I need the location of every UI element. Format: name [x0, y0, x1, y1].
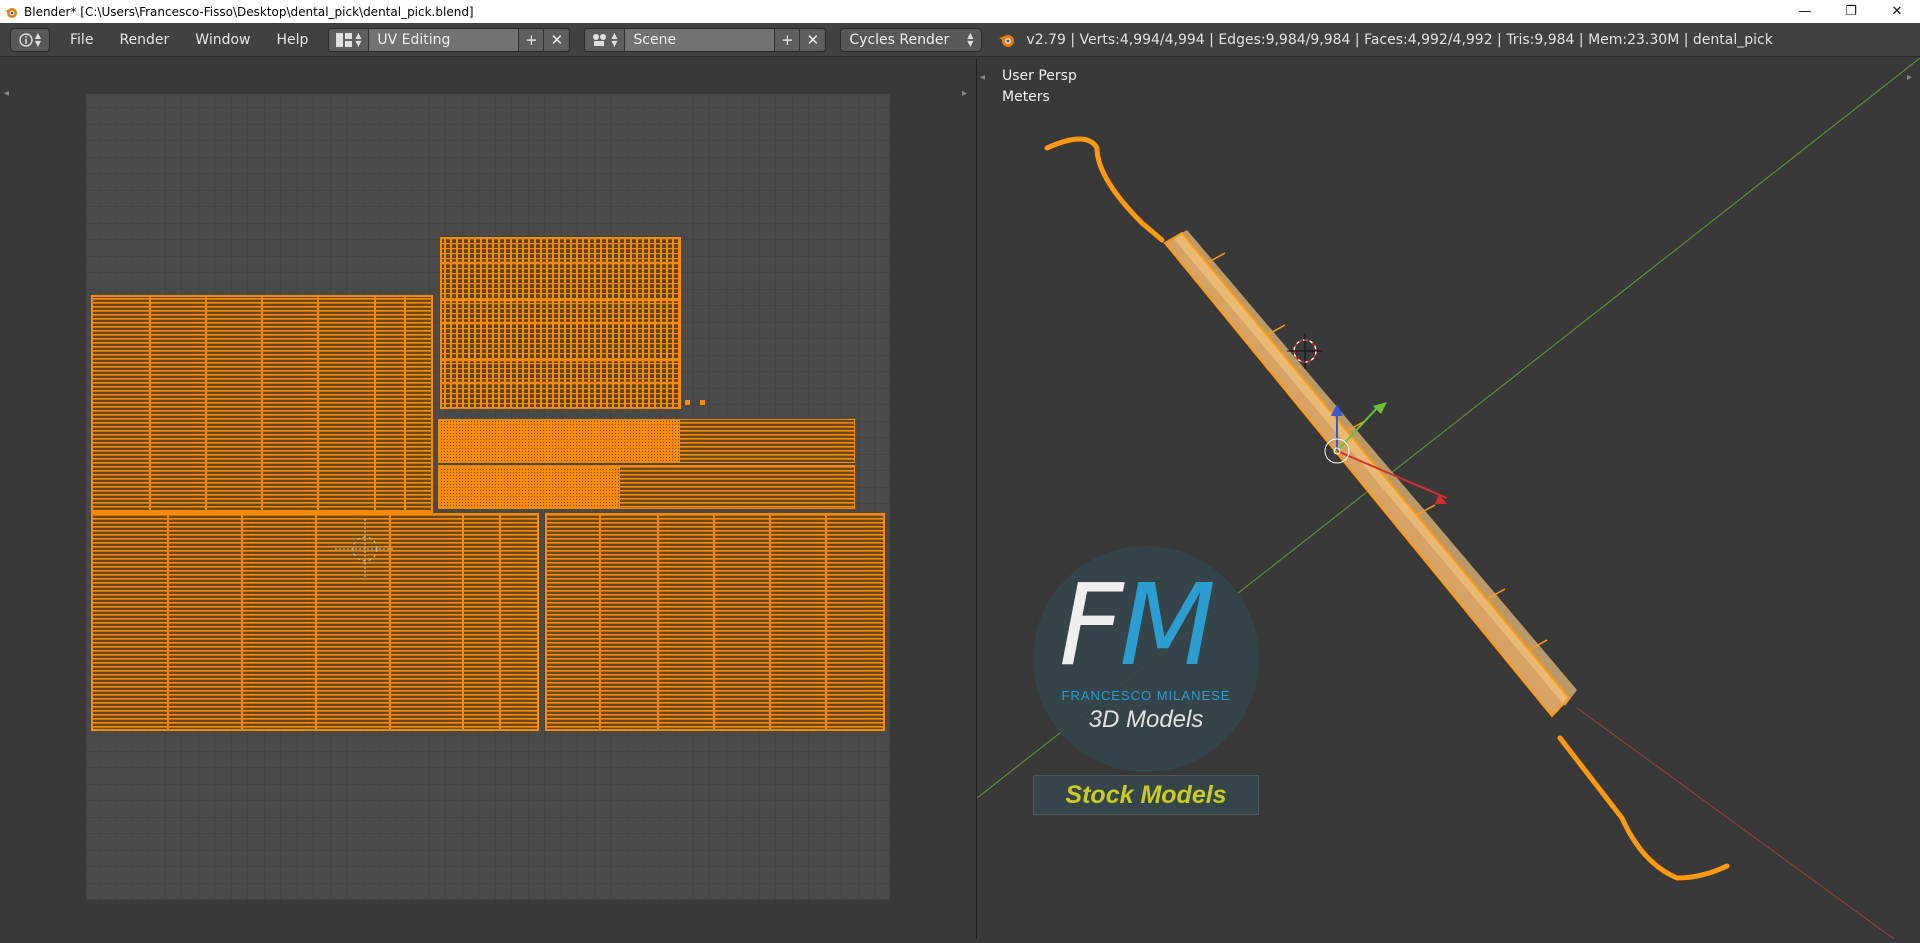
menu-help[interactable]: Help: [270, 30, 314, 50]
logo-letter-m: M: [1119, 561, 1216, 691]
screen-layout-field[interactable]: UV Editing: [369, 28, 520, 51]
uv-island-bottom-right: [545, 513, 885, 731]
scene-selector: ▲ ▼ Scene + ✕: [584, 27, 827, 52]
editor-type-selector[interactable]: ▲ ▼: [10, 27, 50, 52]
scene-browse-button[interactable]: ▲ ▼: [585, 28, 626, 51]
info-icon: [19, 32, 33, 47]
screen-layout-selector: ▲ ▼ UV Editing + ✕: [328, 27, 571, 52]
delete-layout-button[interactable]: ✕: [544, 28, 570, 51]
updown-arrows-icon: ▲ ▼: [355, 30, 362, 48]
region-toggle-icon[interactable]: ◂: [4, 88, 9, 99]
scene-stats: v2.79 | Verts:4,994/4,994 | Edges:9,984/…: [998, 31, 1773, 48]
info-header: ▲ ▼ File Render Window Help ▲ ▼ UV Editing…: [0, 23, 1920, 57]
delete-scene-button[interactable]: ✕: [800, 28, 826, 51]
logo-letter-f: F: [1059, 561, 1123, 691]
scene-field[interactable]: Scene: [625, 28, 776, 51]
menu-render[interactable]: Render: [113, 30, 175, 50]
uv-island-top-center: [440, 237, 705, 409]
plus-icon: +: [781, 30, 794, 49]
blender-logo-icon: [5, 7, 17, 18]
x-icon: ✕: [550, 30, 564, 49]
stock-models-badge: Stock Models: [1033, 775, 1259, 815]
logo-subtitle: 3D Models: [1088, 706, 1204, 733]
uv-island-strip-1: [438, 419, 855, 463]
scene-icon: [593, 33, 607, 46]
render-engine-label: Cycles Render: [849, 31, 950, 48]
plus-icon: +: [525, 30, 538, 49]
add-layout-button[interactable]: +: [519, 28, 545, 51]
updown-arrows-icon: ▲ ▼: [967, 30, 974, 48]
blender-logo-icon: [999, 34, 1015, 47]
uv-island-top-left: [91, 295, 433, 513]
layout-grid-icon: [336, 32, 353, 47]
updown-arrows-icon: ▲ ▼: [611, 30, 618, 48]
restore-button[interactable]: ❐: [1828, 0, 1874, 23]
close-button[interactable]: ✕: [1874, 0, 1920, 23]
uv-island-strip-2: [438, 465, 855, 509]
add-scene-button[interactable]: +: [775, 28, 801, 51]
uv-island-bottom-left: [91, 513, 539, 731]
watermark-logo: FM FRANCESCO MILANESE 3D Models: [1033, 546, 1259, 772]
menu-window[interactable]: Window: [189, 30, 256, 50]
minimize-button[interactable]: —: [1782, 0, 1828, 23]
uv-image-editor[interactable]: ◂ ▸: [0, 58, 976, 939]
logo-monogram: FM: [1059, 566, 1216, 686]
render-engine-dropdown[interactable]: Cycles Render ▲ ▼: [840, 27, 983, 52]
x-axis-line: [1576, 707, 1895, 939]
updown-arrows-icon: ▲ ▼: [34, 30, 42, 48]
window-titlebar: Blender* [C:\Users\Francesco-Fisso\Deskt…: [0, 0, 1920, 23]
uv-canvas[interactable]: [0, 58, 976, 939]
layout-browse-button[interactable]: ▲ ▼: [329, 28, 370, 51]
x-icon: ✕: [806, 30, 820, 49]
window-title: Blender* [C:\Users\Francesco-Fisso\Deskt…: [24, 4, 474, 19]
region-toggle-icon[interactable]: ▸: [962, 88, 967, 99]
logo-brand-name: FRANCESCO MILANESE: [1061, 688, 1231, 703]
stats-text: v2.79 | Verts:4,994/4,994 | Edges:9,984/…: [1026, 31, 1773, 48]
menu-file[interactable]: File: [64, 30, 99, 50]
